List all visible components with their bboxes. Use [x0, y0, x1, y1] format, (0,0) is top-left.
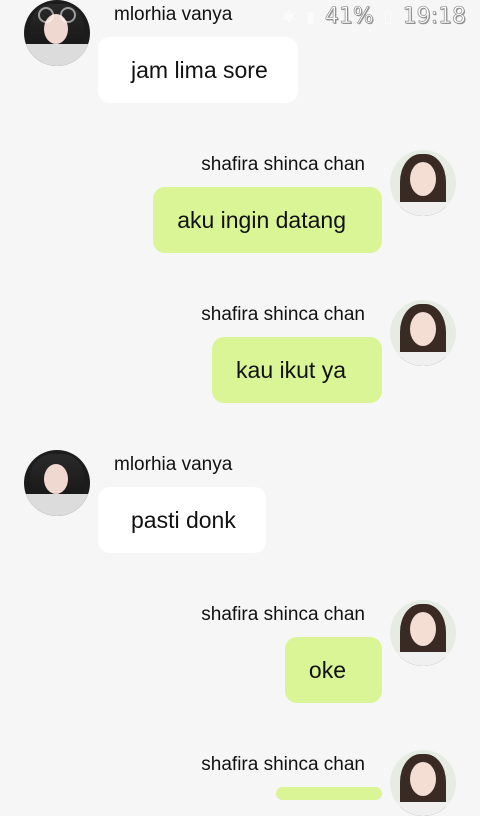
message-bubble[interactable]: oke: [284, 637, 382, 703]
sender-name: shafira shinca chan: [201, 304, 365, 325]
message-bubble[interactable]: jam lima sore: [98, 37, 298, 103]
chat-list[interactable]: mlorhia vanya jam lima sore shafira shin…: [0, 0, 480, 816]
battery-icon: ▯: [383, 7, 393, 26]
message-bubble[interactable]: pasti donk: [98, 487, 266, 553]
avatar[interactable]: [390, 750, 456, 816]
sender-name: mlorhia vanya: [114, 454, 233, 475]
message-bubble[interactable]: [276, 787, 382, 800]
message-bubble[interactable]: aku ingin datang: [153, 187, 382, 253]
signal-icon: ▮: [306, 7, 315, 26]
status-right: ✱ ▮ 41% ▯ 19:18: [282, 4, 467, 30]
app-notification-icon: [60, 7, 76, 23]
notification-icon: [38, 7, 54, 23]
avatar[interactable]: [24, 450, 90, 516]
sender-name: shafira shinca chan: [201, 604, 365, 625]
bluetooth-icon: ✱: [282, 7, 297, 26]
sender-name: shafira shinca chan: [201, 754, 365, 775]
battery-percent: 41%: [324, 4, 375, 30]
notification-icons: [38, 7, 76, 23]
clock: 19:18: [402, 4, 466, 30]
avatar[interactable]: [390, 150, 456, 216]
status-bar: ✱ ▮ 41% ▯ 19:18: [0, 0, 480, 36]
sender-name: shafira shinca chan: [201, 154, 365, 175]
avatar[interactable]: [390, 300, 456, 366]
message-bubble[interactable]: kau ikut ya: [212, 337, 382, 403]
avatar[interactable]: [390, 600, 456, 666]
